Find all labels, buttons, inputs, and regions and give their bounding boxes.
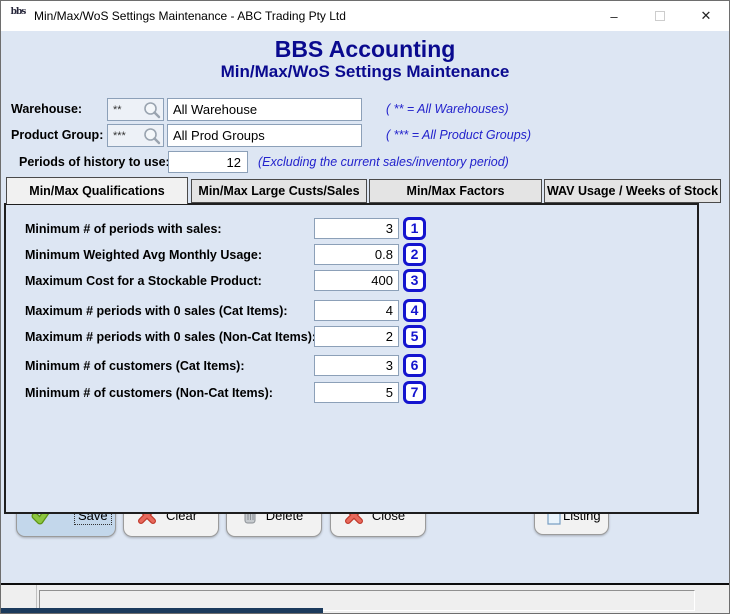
app-window: bbs Min/Max/WoS Settings Maintenance - A… bbox=[0, 0, 730, 614]
app-title: BBS Accounting bbox=[274, 36, 456, 62]
field-row-min-customers-cat: Minimum # of customers (Cat Items): 6 bbox=[6, 354, 697, 377]
field-label: Minimum # of customers (Cat Items): bbox=[25, 359, 245, 373]
step-badge-5: 5 bbox=[403, 325, 426, 348]
periods-hint: (Excluding the current sales/inventory p… bbox=[258, 155, 509, 169]
warehouse-search-icon[interactable] bbox=[142, 100, 162, 120]
maximize-icon bbox=[655, 11, 665, 21]
product-group-search-icon[interactable] bbox=[142, 126, 162, 146]
step-badge-1: 1 bbox=[403, 217, 426, 240]
window-controls: – ✕ bbox=[591, 1, 729, 31]
product-group-code-field[interactable]: *** bbox=[107, 124, 164, 147]
field-label: Minimum # of periods with sales: bbox=[25, 222, 222, 236]
window-title: Min/Max/WoS Settings Maintenance - ABC T… bbox=[34, 9, 346, 23]
periods-label: Periods of history to use: bbox=[19, 155, 170, 169]
close-window-button[interactable]: ✕ bbox=[683, 1, 729, 31]
min-periods-with-sales-input[interactable] bbox=[314, 218, 399, 239]
field-row-max-cost-stockable: Maximum Cost for a Stockable Product: 3 bbox=[6, 269, 697, 292]
warehouse-hint: ( ** = All Warehouses) bbox=[386, 102, 509, 116]
min-customers-cat-input[interactable] bbox=[314, 355, 399, 376]
screen-title: Min/Max/WoS Settings Maintenance bbox=[220, 62, 510, 81]
bottom-edge-strip bbox=[1, 608, 323, 613]
product-group-hint: ( *** = All Product Groups) bbox=[386, 128, 532, 142]
warehouse-code: ** bbox=[113, 103, 122, 116]
product-group-code: *** bbox=[113, 129, 126, 142]
field-label: Maximum Cost for a Stockable Product: bbox=[25, 274, 262, 288]
field-row-weighted-avg-usage: Minimum Weighted Avg Monthly Usage: 2 bbox=[6, 243, 697, 266]
minmax-qualifications-panel: Minimum # of periods with sales: 1 Minim… bbox=[4, 203, 699, 514]
app-logo-icon: bbs bbox=[10, 7, 27, 17]
max-cost-stockable-input[interactable] bbox=[314, 270, 399, 291]
field-label: Minimum # of customers (Non-Cat Items): bbox=[25, 386, 273, 400]
min-weighted-avg-usage-input[interactable] bbox=[314, 244, 399, 265]
minimize-button[interactable]: – bbox=[591, 1, 637, 31]
warehouse-label: Warehouse: bbox=[11, 102, 83, 116]
product-group-name-input[interactable] bbox=[167, 124, 362, 147]
field-row-max-zero-sales-noncat: Maximum # periods with 0 sales (Non-Cat … bbox=[6, 325, 697, 348]
field-row-max-zero-sales-cat: Maximum # periods with 0 sales (Cat Item… bbox=[6, 299, 697, 322]
maximize-button[interactable] bbox=[637, 1, 683, 31]
tab-minmax-factors[interactable]: Min/Max Factors bbox=[369, 179, 542, 203]
tab-wav-usage-weeks-of-stock[interactable]: WAV Usage / Weeks of Stock bbox=[544, 179, 721, 203]
warehouse-code-field[interactable]: ** bbox=[107, 98, 164, 121]
tab-minmax-qualifications[interactable]: Min/Max Qualifications bbox=[6, 177, 188, 204]
step-badge-6: 6 bbox=[403, 354, 426, 377]
titlebar: bbs Min/Max/WoS Settings Maintenance - A… bbox=[1, 1, 729, 31]
step-badge-7: 7 bbox=[403, 381, 426, 404]
product-group-label: Product Group: bbox=[11, 128, 104, 142]
periods-input[interactable] bbox=[168, 151, 248, 173]
tab-minmax-large-custs-sales[interactable]: Min/Max Large Custs/Sales bbox=[191, 179, 367, 203]
min-customers-noncat-input[interactable] bbox=[314, 382, 399, 403]
step-badge-3: 3 bbox=[403, 269, 426, 292]
field-label: Maximum # periods with 0 sales (Non-Cat … bbox=[25, 330, 317, 344]
max-zero-sales-cat-input[interactable] bbox=[314, 300, 399, 321]
step-badge-4: 4 bbox=[403, 299, 426, 322]
field-label: Minimum Weighted Avg Monthly Usage: bbox=[25, 248, 263, 262]
field-row-min-customers-noncat: Minimum # of customers (Non-Cat Items): … bbox=[6, 381, 697, 404]
field-label: Maximum # periods with 0 sales (Cat Item… bbox=[25, 304, 288, 318]
step-badge-2: 2 bbox=[403, 243, 426, 266]
field-row-periods-with-sales: Minimum # of periods with sales: 1 bbox=[6, 217, 697, 240]
max-zero-sales-noncat-input[interactable] bbox=[314, 326, 399, 347]
warehouse-name-input[interactable] bbox=[167, 98, 362, 121]
